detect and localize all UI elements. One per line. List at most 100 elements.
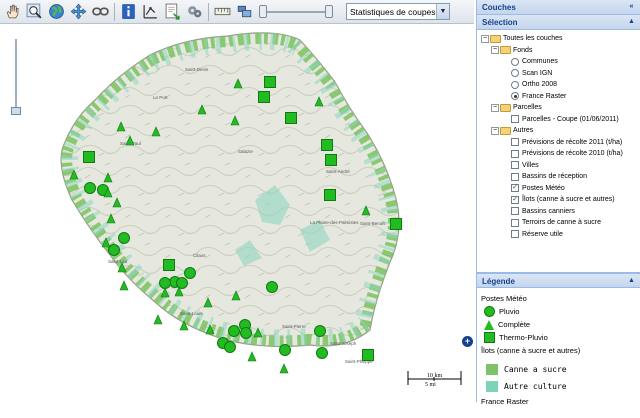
tree-item-autre[interactable]: Terroirs de canne à sucre: [477, 217, 640, 229]
pluvio-station-marker[interactable]: [159, 277, 171, 289]
pluvio-station-marker[interactable]: [84, 182, 96, 194]
place-label: Saint-Denis: [185, 67, 209, 72]
pluvio-station-marker[interactable]: [314, 325, 326, 337]
reunion-island-map[interactable]: Saint-DenisLe PortSaint-PaulSaint-LeuSai…: [0, 25, 474, 402]
radio-button[interactable]: [511, 69, 519, 78]
tree-item-autre[interactable]: ✓ Îlots (canne à sucre et autres): [477, 194, 640, 206]
pluvio-station-marker[interactable]: [316, 347, 328, 359]
thermo-station-marker[interactable]: [285, 112, 297, 124]
tree-collapse-icon[interactable]: −: [481, 34, 489, 43]
checkbox[interactable]: [511, 218, 519, 227]
place-label: Le Port: [153, 95, 168, 100]
stats-select-value: Statistiques de coupes: [350, 6, 436, 17]
tree-item-label: Villes: [522, 161, 539, 169]
pluvio-station-marker[interactable]: [224, 341, 236, 353]
thermo-station-marker[interactable]: [390, 218, 402, 230]
complete-station-marker[interactable]: [119, 280, 129, 291]
checkbox[interactable]: ✓: [511, 195, 519, 204]
map-view[interactable]: Saint-DenisLe PortSaint-PaulSaint-LeuSai…: [0, 25, 474, 402]
tree-item-fond[interactable]: Ortho 2008: [477, 79, 640, 91]
opacity-slider-min-knob[interactable]: [259, 5, 267, 18]
checkbox[interactable]: ✓: [511, 184, 519, 193]
checkbox[interactable]: [511, 207, 519, 216]
tree-item-autre[interactable]: Villes: [477, 160, 640, 172]
thermo-station-marker[interactable]: [362, 349, 374, 361]
expand-panel-button[interactable]: +: [462, 336, 473, 347]
pluvio-station-marker[interactable]: [118, 232, 130, 244]
collapse-icon[interactable]: ▲: [627, 277, 636, 286]
pluvio-station-marker[interactable]: [240, 327, 252, 339]
tree-item-autre[interactable]: ✓ Postes Météo: [477, 183, 640, 195]
complete-station-marker[interactable]: [247, 351, 257, 362]
stats-select[interactable]: Statistiques de coupes ▼: [346, 3, 450, 20]
complete-station-marker[interactable]: [153, 314, 163, 325]
folder-icon: [490, 34, 501, 43]
legend-title: Légende: [482, 277, 515, 286]
thermo-station-marker[interactable]: [258, 91, 270, 103]
tree-group-parcelles[interactable]: − Parcelles: [477, 102, 640, 114]
thermo-station-marker[interactable]: [264, 76, 276, 88]
pluvio-station-marker[interactable]: [176, 277, 188, 289]
thermo-station-marker[interactable]: [163, 259, 175, 271]
tree-collapse-icon[interactable]: −: [491, 46, 499, 55]
collapse-icon[interactable]: ▲: [627, 18, 636, 27]
tree-collapse-icon[interactable]: −: [491, 126, 499, 135]
tree-item-autre[interactable]: Prévisions de récolte 2010 (t/ha): [477, 148, 640, 160]
tree-item-autre[interactable]: Prévisions de récolte 2011 (t/ha): [477, 137, 640, 149]
opacity-slider-max-knob[interactable]: [325, 5, 333, 18]
tree-root[interactable]: − Toutes les couches: [477, 33, 640, 45]
thermo-station-marker[interactable]: [324, 189, 336, 201]
checkbox[interactable]: [511, 161, 519, 170]
export-icon[interactable]: [163, 2, 182, 21]
radio-button[interactable]: [511, 92, 519, 101]
info-icon[interactable]: [119, 2, 138, 21]
tree-group-autres[interactable]: − Autres: [477, 125, 640, 137]
zoom-slider[interactable]: [10, 39, 22, 119]
selection-header[interactable]: Sélection ▲: [477, 15, 640, 30]
tree-item-autre[interactable]: Bassins canniers: [477, 206, 640, 218]
chevron-down-icon[interactable]: ▼: [436, 4, 449, 19]
pluvio-station-marker[interactable]: [279, 344, 291, 356]
tree-item-fond[interactable]: Communes: [477, 56, 640, 68]
thermo-station-marker[interactable]: [321, 139, 333, 151]
tree-item-parcelle[interactable]: Parcelles - Coupe (01/06/2011): [477, 114, 640, 126]
globe-icon[interactable]: [47, 2, 66, 21]
scale-km-label: 10 km: [427, 373, 443, 379]
collapse-icon[interactable]: «: [627, 3, 636, 12]
thermo-station-marker[interactable]: [83, 151, 95, 163]
tree-item-fond[interactable]: France Raster: [477, 91, 640, 103]
legend-section-title: Îlots (canne à sucre et autres): [481, 344, 636, 357]
link-icon[interactable]: [91, 2, 110, 21]
pluvio-station-marker[interactable]: [228, 325, 240, 337]
move-icon[interactable]: [69, 2, 88, 21]
checkbox[interactable]: [511, 149, 519, 158]
measure-icon[interactable]: [141, 2, 160, 21]
pluvio-station-marker[interactable]: [266, 281, 278, 293]
opacity-slider[interactable]: [257, 2, 337, 21]
pluvio-station-marker[interactable]: [108, 244, 120, 256]
radio-button[interactable]: [511, 80, 519, 89]
couches-header[interactable]: Couches «: [477, 0, 640, 15]
pluvio-station-marker[interactable]: [184, 267, 196, 279]
settings-icon[interactable]: [185, 2, 204, 21]
thermo-station-marker[interactable]: [325, 154, 337, 166]
hand-pan-icon[interactable]: [3, 2, 22, 21]
checkbox[interactable]: [511, 172, 519, 181]
complete-station-marker[interactable]: [279, 363, 289, 374]
legend-header[interactable]: Légende ▲: [477, 273, 640, 288]
zoom-slider-handle[interactable]: [11, 107, 21, 115]
radio-button[interactable]: [511, 57, 519, 66]
checkbox[interactable]: [511, 115, 519, 124]
tree-collapse-icon[interactable]: −: [491, 103, 499, 112]
checkbox[interactable]: [511, 138, 519, 147]
tree-item-autre[interactable]: Réserve utile: [477, 229, 640, 241]
tree-group-fonds[interactable]: − Fonds: [477, 45, 640, 57]
checkbox[interactable]: [511, 230, 519, 239]
tree-item-fond[interactable]: Scan IGN: [477, 68, 640, 80]
ruler-icon[interactable]: [213, 2, 232, 21]
tree-group-label: Fonds: [513, 46, 533, 54]
zoom-icon[interactable]: [25, 2, 44, 21]
tree-item-autre[interactable]: Bassins de réception: [477, 171, 640, 183]
layers-icon[interactable]: [235, 2, 254, 21]
place-label: Saint-Louis: [180, 311, 203, 316]
